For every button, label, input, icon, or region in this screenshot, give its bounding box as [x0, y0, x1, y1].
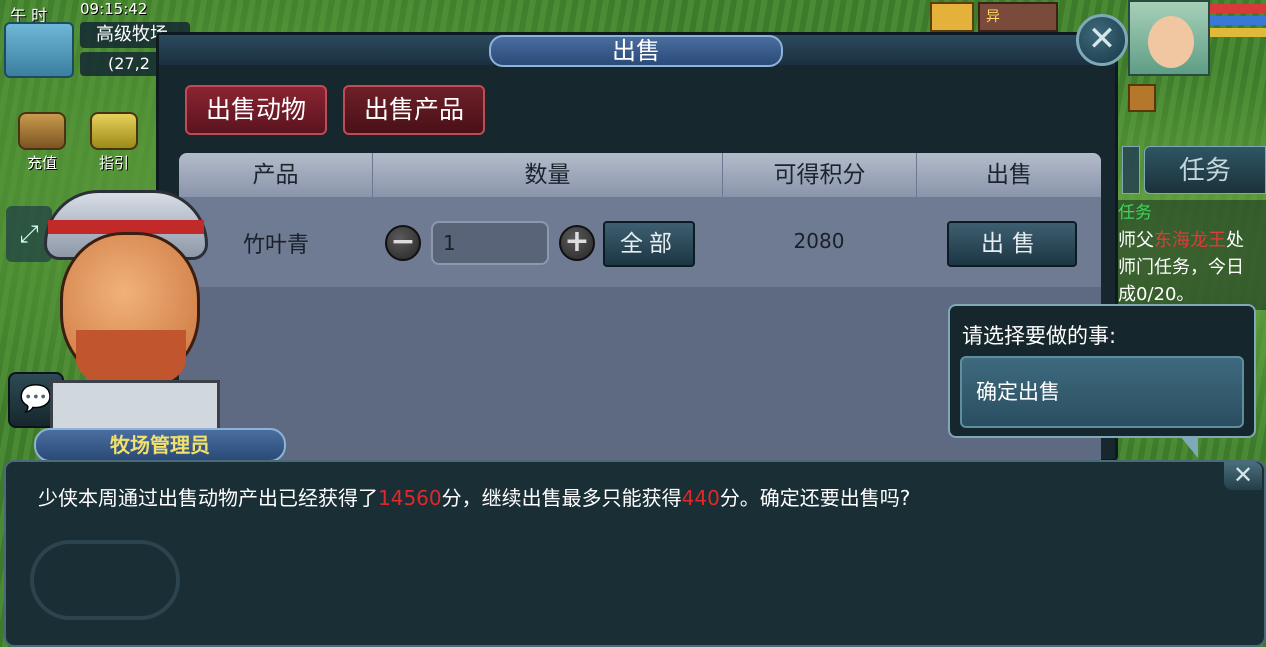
popup-tail — [1180, 436, 1198, 458]
npc-name-plate: 牧场管理员 — [34, 428, 286, 462]
confirm-sell-button[interactable]: 确定出售 — [960, 356, 1244, 428]
table-header: 产品 数量 可得积分 出售 — [179, 153, 1101, 197]
pet-name: 异 — [986, 9, 1000, 25]
column-header-quantity: 数量 — [373, 153, 723, 197]
pet-portrait-2[interactable]: 异 — [978, 2, 1058, 32]
remaining-points: 440 — [681, 486, 720, 510]
guide-icon — [90, 112, 138, 150]
choice-popup: 请选择要做的事: 确定出售 — [948, 304, 1256, 438]
pet-portrait[interactable] — [930, 2, 974, 32]
guide-label: 指引 — [98, 154, 129, 172]
all-button[interactable]: 全部 — [603, 221, 695, 267]
recharge-label: 充值 — [26, 154, 57, 172]
sell-button[interactable]: 出售 — [947, 221, 1077, 267]
close-icon[interactable]: ✕ — [1224, 462, 1262, 490]
npc-message-box: 少侠本周通过出售动物产出已经获得了14560分，继续出售最多只能获得440分。确… — [4, 460, 1266, 647]
recharge-icon — [18, 112, 66, 150]
player-status-bars — [1210, 4, 1266, 40]
hp-bar — [1210, 4, 1266, 13]
task-line-1: 师父东海龙王处 — [1118, 230, 1244, 251]
npc-message: 少侠本周通过出售动物产出已经获得了14560分，继续出售最多只能获得440分。确… — [38, 486, 911, 510]
plus-icon[interactable]: + — [559, 225, 595, 261]
avatar-face — [1148, 16, 1194, 68]
guide-button[interactable]: 指引 — [86, 112, 142, 176]
team-tab[interactable] — [1122, 146, 1140, 194]
earned-points: 14560 — [378, 486, 442, 510]
task-header: 任务 — [1118, 203, 1152, 223]
task-tab[interactable]: 任务 — [1144, 146, 1266, 194]
recharge-button[interactable]: 充值 — [14, 112, 70, 176]
cloud-decoration — [30, 540, 180, 620]
mp-bar — [1210, 16, 1266, 25]
player-avatar[interactable] — [1128, 0, 1210, 76]
tab-sell-animals[interactable]: 出售动物 — [185, 85, 327, 135]
quantity-input[interactable]: 1 — [431, 221, 549, 265]
choice-prompt: 请选择要做的事: — [962, 324, 1117, 348]
table-row: 竹叶青 − 1 + 全部 2080 出售 — [179, 197, 1101, 287]
treasure-chest-icon[interactable] — [1128, 84, 1156, 112]
column-header-points: 可得积分 — [723, 153, 917, 197]
task-line-2: 师门任务，今日 — [1118, 257, 1244, 278]
minus-icon[interactable]: − — [385, 225, 421, 261]
column-header-sell: 出售 — [986, 162, 1032, 188]
dialog-title: 出售 — [489, 35, 783, 67]
task-tracker-panel[interactable]: 任务 师父东海龙王处 师门任务，今日 成0/20。 — [1112, 200, 1266, 310]
npc-portrait — [30, 180, 220, 440]
anger-bar — [1210, 28, 1266, 37]
clock: 09:15:42 — [80, 0, 148, 18]
minimap-icon[interactable] — [4, 22, 74, 78]
points-value: 2080 — [793, 229, 845, 253]
tab-sell-products[interactable]: 出售产品 — [343, 85, 485, 135]
close-icon[interactable]: ✕ — [1076, 14, 1128, 66]
